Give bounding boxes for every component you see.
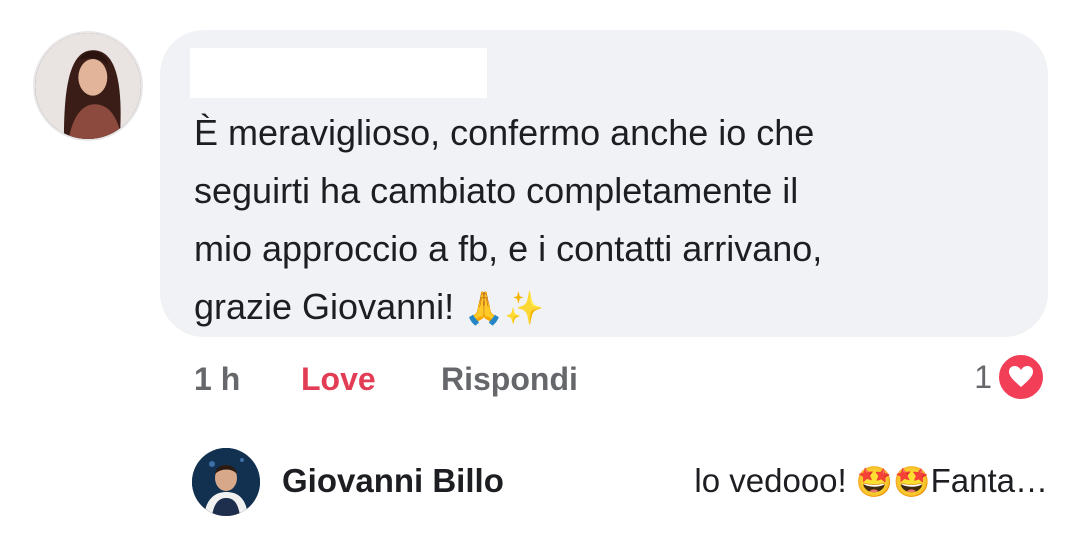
reaction-count: 1 xyxy=(974,358,992,395)
commenter-avatar[interactable] xyxy=(33,31,143,141)
comment-text: È meraviglioso, confermo anche io che se… xyxy=(194,104,1014,337)
reply-snippet-text: lo vedooo! xyxy=(694,462,856,499)
reply-snippet[interactable]: lo vedooo! 🤩🤩Fanta… xyxy=(694,462,1048,500)
comment-line: mio approccio a fb, e i contatti arrivan… xyxy=(194,228,823,269)
comment-line: È meraviglioso, confermo anche io che xyxy=(194,112,815,153)
comment-line: grazie Giovanni! 🙏✨ xyxy=(194,278,1014,337)
reply-author-avatar[interactable] xyxy=(192,448,260,516)
comment-timestamp[interactable]: 1 h xyxy=(194,361,301,398)
comment-line: seguirti ha cambiato completamente il xyxy=(194,170,799,211)
comment-actions: 1 h Love Rispondi xyxy=(194,356,578,402)
heart-icon xyxy=(996,352,1046,402)
reply-author-name[interactable]: Giovanni Billo xyxy=(282,462,504,500)
redacted-author-name xyxy=(190,48,487,98)
comment-bubble: È meraviglioso, confermo anche io che se… xyxy=(160,30,1048,337)
love-reaction-button[interactable]: Love xyxy=(301,361,441,398)
comment-line-text: grazie Giovanni! xyxy=(194,286,465,327)
commenter-avatar-image xyxy=(35,33,141,139)
reply-preview[interactable]: Giovanni Billo lo vedooo! 🤩🤩Fanta… xyxy=(192,448,1048,518)
folded-hands-icon: 🙏 xyxy=(464,289,504,327)
star-struck-icon: 🤩🤩 xyxy=(855,465,931,500)
sparkles-icon: ✨ xyxy=(503,289,544,327)
reaction-summary[interactable]: 1 xyxy=(974,352,1046,402)
reply-snippet-tail: Fanta… xyxy=(930,462,1048,499)
reply-button[interactable]: Rispondi xyxy=(441,361,578,398)
